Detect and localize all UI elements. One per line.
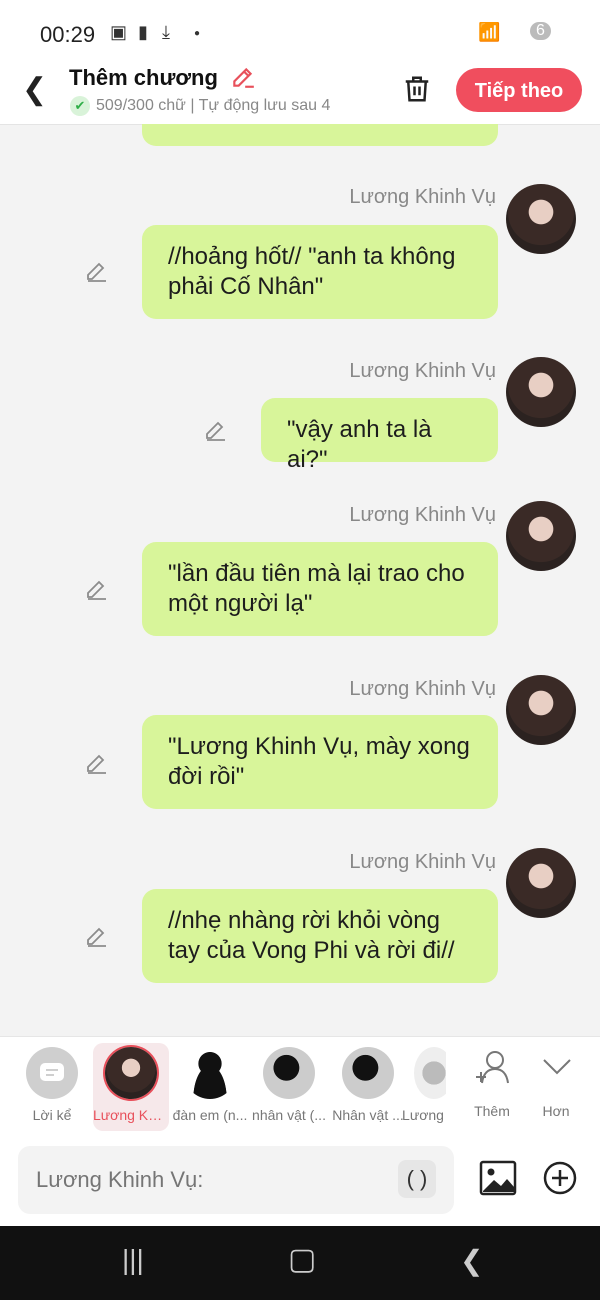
download-icon: ⤓ <box>162 22 170 42</box>
next-button[interactable]: Tiếp theo <box>456 68 582 112</box>
clock: 00:29 <box>40 22 96 47</box>
screenshot-icon: ▣ <box>110 22 128 42</box>
character-label: Lương <box>402 1107 444 1123</box>
sender-name: Lương Khinh Vụ <box>349 360 496 382</box>
home-icon[interactable]: ▢ <box>288 1242 316 1277</box>
plus-icon[interactable] <box>542 1160 578 1196</box>
character-narrator[interactable]: Lời kể <box>14 1037 90 1137</box>
edit-message-icon[interactable] <box>84 259 108 283</box>
character-label: đàn em (n... <box>172 1107 248 1123</box>
sender-name: Lương Khinh Vụ <box>349 851 496 873</box>
silhouette-avatar <box>184 1047 236 1099</box>
battery-icon: ▮ <box>138 22 148 42</box>
avatar[interactable] <box>506 184 576 254</box>
silhouette-avatar <box>342 1047 394 1099</box>
avatar[interactable] <box>506 501 576 571</box>
message-bubble[interactable]: "vậy anh ta là ai?" <box>261 398 498 473</box>
chat-area[interactable]: Lương Khinh Vụ //hoảng hốt// "anh ta khô… <box>0 124 600 1036</box>
narration-icon <box>26 1047 78 1099</box>
edit-message-icon[interactable] <box>84 751 108 775</box>
character-label: nhân vật (... <box>252 1107 326 1123</box>
image-icon[interactable] <box>478 1158 518 1198</box>
character-selector: Lời kể Lương Khi... đàn em (n... nhân vậ… <box>0 1036 600 1138</box>
message-bubble[interactable]: "Lương Khinh Vụ, mày xong đời rồi" <box>142 715 498 809</box>
more-label: Hơn <box>542 1103 570 1119</box>
header: ❮ Thêm chương ✔ 509/300 chữ | Tự động lưu… <box>0 62 600 125</box>
more-button[interactable]: Hơn <box>518 1037 594 1137</box>
avatar <box>105 1047 157 1099</box>
character-luong-partial[interactable]: Lương <box>400 1037 446 1137</box>
message-bubble[interactable]: //hoảng hốt// "anh ta không phải Cố Nhân… <box>142 225 498 319</box>
back-icon[interactable]: ❮ <box>22 72 47 107</box>
character-dan-em[interactable]: đàn em (n... <box>172 1037 248 1137</box>
sender-name: Lương Khinh Vụ <box>349 504 496 526</box>
message-input[interactable] <box>18 1146 454 1214</box>
character-label: Lương Khi... <box>93 1107 169 1123</box>
edit-message-icon[interactable] <box>84 924 108 948</box>
avatar[interactable] <box>506 357 576 427</box>
add-user-icon <box>476 1051 509 1084</box>
chevron-down-icon <box>543 1059 571 1075</box>
back-nav-icon[interactable]: ❮ <box>460 1244 483 1277</box>
wifi-icon: 📶 <box>478 22 501 42</box>
word-count-status: ✔ 509/300 chữ | Tự động lưu sau 4 <box>70 96 330 116</box>
edit-message-icon[interactable] <box>84 577 108 601</box>
composer: ( ) <box>0 1136 600 1226</box>
avatar <box>414 1047 446 1099</box>
check-icon: ✔ <box>70 96 90 116</box>
edit-title-icon[interactable] <box>230 64 256 90</box>
character-label: Lời kể <box>32 1107 72 1123</box>
trash-icon[interactable] <box>402 74 432 104</box>
character-luong-khinh-vu[interactable]: Lương Khi... <box>93 1043 169 1131</box>
notification-count-badge: 6 <box>530 22 551 40</box>
word-count-text: 509/300 chữ | Tự động lưu sau 4 <box>96 97 331 115</box>
character-nhan-vat-2[interactable]: Nhân vật ... <box>330 1037 406 1137</box>
character-nhan-vat-1[interactable]: nhân vật (... <box>251 1037 327 1137</box>
character-label: Nhân vật ... <box>332 1107 404 1123</box>
status-bar: 00:29 ▣ ▮ ⤓ ● 📶 6 <box>0 0 600 62</box>
dot-icon: ● <box>194 28 201 39</box>
sender-name: Lương Khinh Vụ <box>349 678 496 700</box>
edit-message-icon[interactable] <box>203 418 227 442</box>
avatar[interactable] <box>506 675 576 745</box>
message-bubble[interactable]: "lần đầu tiên mà lại trao cho một người … <box>142 542 498 636</box>
action-paren-button[interactable]: ( ) <box>398 1160 436 1198</box>
avatar[interactable] <box>506 848 576 918</box>
recents-icon[interactable]: ||| <box>122 1244 144 1276</box>
message-bubble-partial[interactable] <box>142 124 498 146</box>
sender-name: Lương Khinh Vụ <box>349 186 496 208</box>
message-bubble[interactable]: //nhẹ nhàng rời khỏi vòng tay của Vong P… <box>142 889 498 983</box>
page-title: Thêm chương <box>69 65 218 90</box>
system-nav-bar: ||| ▢ ❮ <box>0 1226 600 1300</box>
silhouette-avatar <box>263 1047 315 1099</box>
